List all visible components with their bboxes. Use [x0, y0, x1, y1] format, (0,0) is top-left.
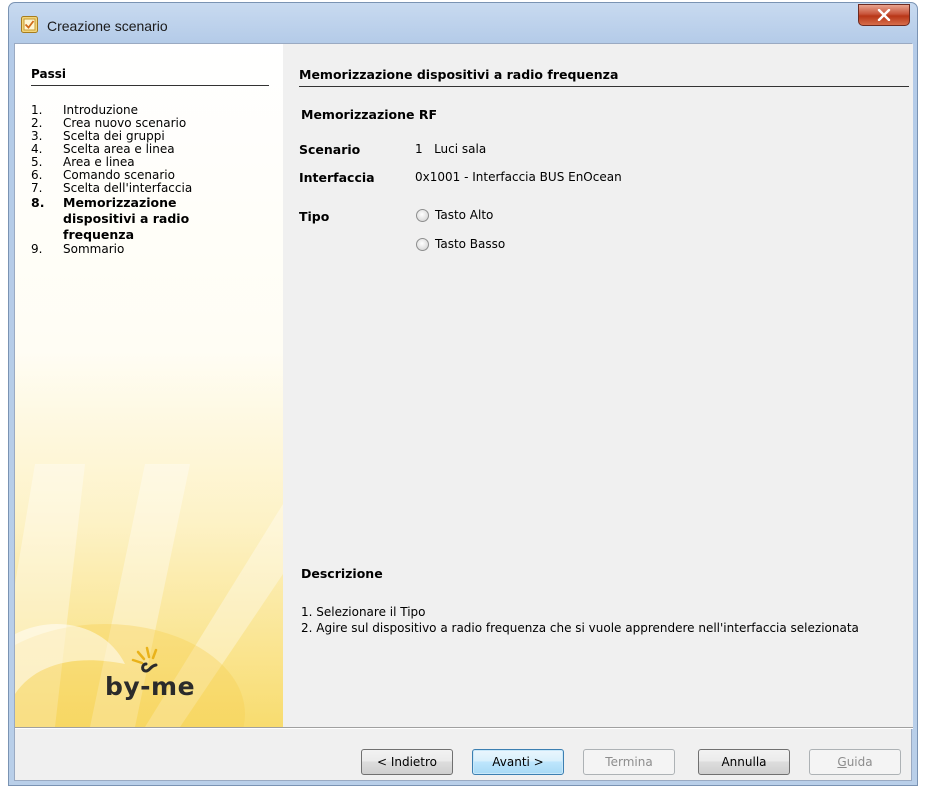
close-icon	[877, 9, 891, 21]
next-button-label: Avanti >	[492, 755, 544, 769]
steps-sidebar: Passi 1. Introduzione 2. Crea nuovo scenar…	[15, 44, 283, 727]
step-number: 8.	[31, 195, 45, 210]
footer-separator	[15, 727, 913, 729]
section-title: Memorizzazione RF	[301, 107, 438, 122]
wizard-window: Creazione scenario Passi 1. Introduzione…	[8, 2, 918, 786]
page-title: Memorizzazione dispositivi a radio frequ…	[299, 67, 619, 82]
wizard-app-icon	[21, 16, 38, 33]
step-label: Memorizzazione dispositivi a radio frequ…	[63, 195, 190, 242]
byme-logo: by-me	[90, 644, 210, 714]
cancel-button[interactable]: Annulla	[698, 749, 790, 775]
next-button[interactable]: Avanti >	[472, 749, 564, 775]
main-panel: Memorizzazione dispositivi a radio frequ…	[283, 44, 913, 727]
interfaccia-value: 0x1001 - Interfaccia BUS EnOcean	[415, 170, 622, 184]
step-label: Sommario	[63, 242, 125, 256]
steps-list: 1. Introduzione 2. Crea nuovo scenario 3. S…	[31, 104, 271, 256]
close-button[interactable]	[858, 4, 910, 26]
step-item: 7. Scelta dell'interfaccia	[31, 182, 271, 195]
radio-tasto-basso[interactable]: Tasto Basso	[416, 237, 505, 251]
radio-tasto-alto[interactable]: Tasto Alto	[416, 208, 493, 222]
description-title: Descrizione	[301, 566, 383, 581]
radio-label: Tasto Alto	[435, 208, 494, 222]
cancel-button-label: Annulla	[721, 755, 767, 769]
finish-button-label: Termina	[605, 755, 653, 769]
help-button[interactable]: Guida	[809, 749, 901, 775]
back-button-label: < Indietro	[376, 755, 438, 769]
dialog-client-area: Passi 1. Introduzione 2. Crea nuovo scenar…	[14, 43, 913, 781]
radio-button-icon[interactable]	[416, 208, 429, 222]
radio-label: Tasto Basso	[435, 237, 506, 251]
steps-title-rule	[31, 85, 269, 86]
help-button-label-rest: uida	[846, 755, 873, 769]
description-line: 2. Agire sul dispositivo a radio frequen…	[301, 621, 859, 635]
scenario-value: 1 Luci sala	[415, 142, 487, 156]
help-button-mnemonic: G	[837, 755, 847, 769]
steps-title: Passi	[31, 67, 66, 81]
description-text: 1. Selezionare il Tipo 2. Agire sul disp…	[301, 604, 871, 636]
scenario-label: Scenario	[299, 142, 361, 157]
step-label: Scelta dell'interfaccia	[63, 181, 193, 195]
finish-button[interactable]: Termina	[583, 749, 675, 775]
window-title: Creazione scenario	[47, 18, 168, 34]
step-number: 7.	[31, 181, 43, 195]
back-button[interactable]: < Indietro	[361, 749, 453, 775]
tipo-label: Tipo	[299, 209, 330, 224]
interfaccia-label: Interfaccia	[299, 170, 375, 185]
description-line: 1. Selezionare il Tipo	[301, 605, 426, 619]
help-button-label: Guida	[837, 755, 872, 769]
step-item: 9. Sommario	[31, 243, 271, 256]
logo-wordmark: by-me	[104, 672, 196, 701]
radio-button-icon[interactable]	[416, 237, 429, 251]
title-bar[interactable]: Creazione scenario	[9, 3, 917, 43]
page-title-rule	[299, 86, 909, 87]
step-item-current: 8. Memorizzazione dispositivi a radio fre…	[31, 195, 271, 243]
step-number: 9.	[31, 242, 43, 256]
